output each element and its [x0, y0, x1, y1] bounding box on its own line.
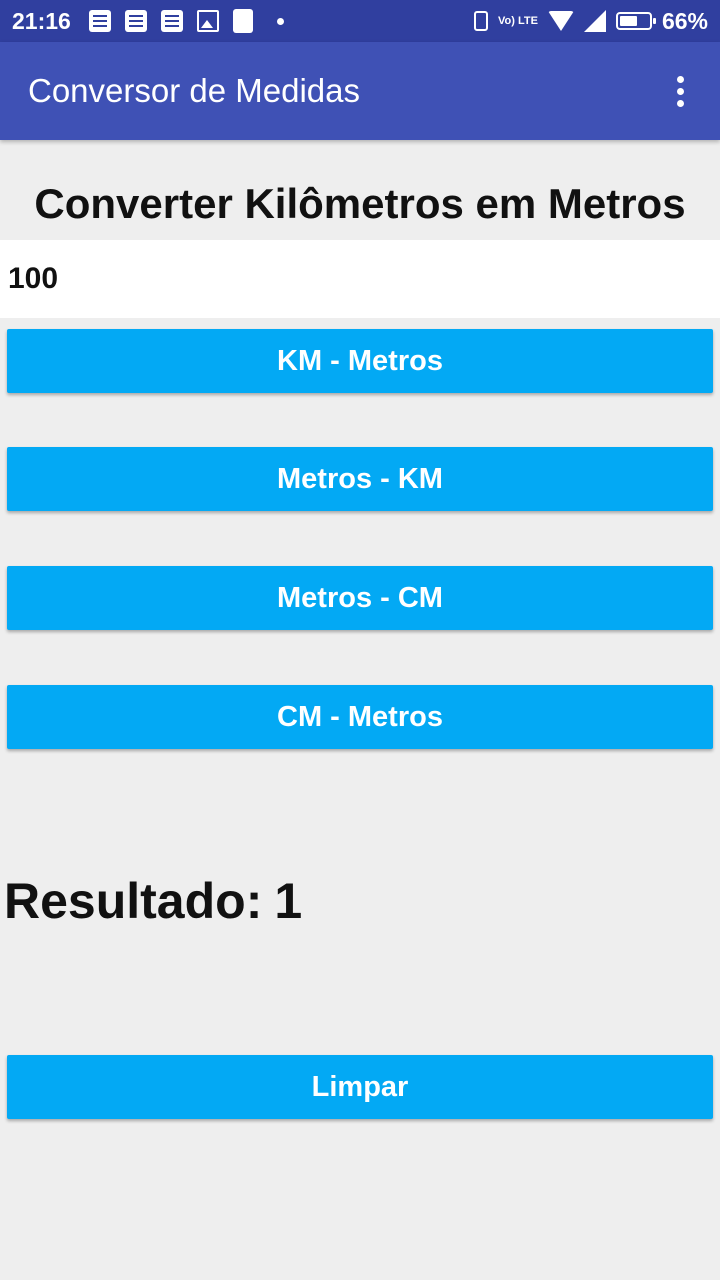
signal-icon: [583, 10, 606, 32]
app-title: Conversor de Medidas: [28, 72, 360, 109]
km-to-meters-button[interactable]: KM - Metros: [7, 329, 713, 393]
meters-to-cm-button[interactable]: Metros - CM: [7, 566, 713, 630]
image-icon: [196, 10, 219, 32]
document-icon: [160, 10, 183, 32]
lte-icon: Vo) LTE: [498, 14, 538, 27]
status-right: Vo) LTE 66%: [474, 8, 708, 35]
document-icon: [124, 10, 147, 32]
menu-dot: [676, 75, 684, 83]
result-value: 1: [274, 873, 303, 929]
battery-level-fill: [619, 16, 638, 26]
dot-icon: [276, 17, 284, 25]
more-vert-icon[interactable]: [668, 71, 692, 111]
app-bar: Conversor de Medidas: [0, 42, 720, 140]
battery-percent: 66%: [661, 7, 708, 34]
menu-dot: [676, 87, 684, 95]
status-left: 21:16: [12, 8, 284, 35]
puzzle-icon: [232, 9, 253, 33]
wifi-icon: [547, 11, 574, 31]
vibrate-icon: [474, 11, 489, 31]
status-time: 21:16: [12, 7, 71, 34]
result-display: Resultado: 1: [4, 872, 302, 930]
page-title: Converter Kilômetros em Metros: [34, 180, 686, 227]
menu-dot: [676, 99, 684, 107]
meters-to-km-button[interactable]: Metros - KM: [7, 447, 713, 511]
value-input[interactable]: [0, 240, 720, 318]
cm-to-meters-button[interactable]: CM - Metros: [7, 685, 713, 749]
clear-button[interactable]: Limpar: [7, 1055, 713, 1119]
document-icon: [88, 10, 111, 32]
status-bar: 21:16 Vo) LTE 66%: [0, 0, 720, 42]
result-label: Resultado:: [4, 873, 263, 929]
battery-icon: [615, 12, 656, 30]
